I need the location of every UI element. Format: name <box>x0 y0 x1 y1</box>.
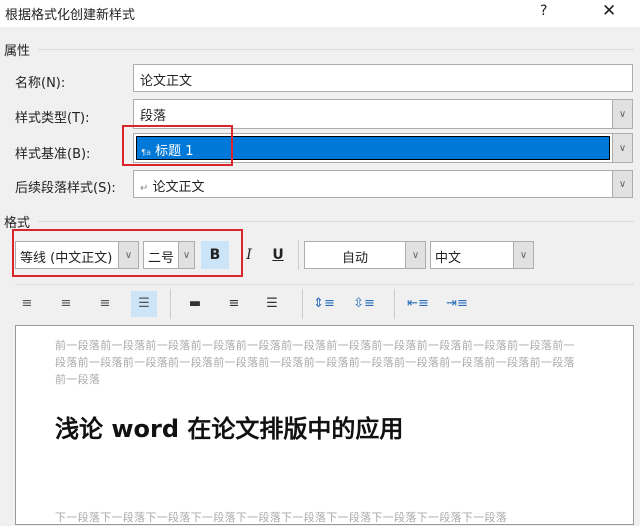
chevron-down-icon[interactable]: ∨ <box>405 242 425 268</box>
decrease-indent-icon[interactable]: ⇤≡ <box>406 291 430 317</box>
next-style-label: 后续段落样式(S): <box>15 181 116 196</box>
name-label: 名称(N): <box>15 76 66 91</box>
chevron-down-icon[interactable]: ∨ <box>612 100 632 128</box>
next-style-select[interactable]: ↵ 论文正文 ∨ <box>133 170 633 198</box>
font-color-select[interactable]: 自动 ∨ <box>304 241 426 269</box>
script-select[interactable]: 中文 ∨ <box>430 241 534 269</box>
align-right-icon[interactable]: ≡ <box>93 291 117 317</box>
highlight-box-base <box>122 125 233 166</box>
preview-pane: 前一段落前一段落前一段落前一段落前一段落前一段落前一段落前一段落前一段落前一段落… <box>15 325 634 525</box>
properties-heading: 属性 <box>4 44 31 59</box>
increase-paragraph-spacing-icon[interactable]: ⇕≡ <box>312 291 336 317</box>
justify-icon[interactable]: ☰ <box>131 291 157 317</box>
return-icon: ↵ <box>140 183 149 194</box>
divider <box>38 49 634 50</box>
chevron-down-icon[interactable]: ∨ <box>513 242 533 268</box>
single-spacing-icon[interactable]: ▬ <box>183 291 207 317</box>
align-center-icon[interactable]: ≡ <box>54 291 78 317</box>
dialog-title: 根据格式化创建新样式 <box>5 8 136 23</box>
double-spacing-icon[interactable]: ☰ <box>260 291 284 317</box>
close-button[interactable]: ✕ <box>602 1 616 21</box>
one-half-spacing-icon[interactable]: ≡ <box>222 291 246 317</box>
name-input[interactable]: 论文正文 <box>133 64 633 92</box>
next-style-value: 论文正文 <box>152 180 205 195</box>
type-label: 样式类型(T): <box>15 111 90 126</box>
separator <box>170 289 171 319</box>
script-value: 中文 <box>435 251 462 266</box>
decrease-paragraph-spacing-icon[interactable]: ⇳≡ <box>352 291 376 317</box>
font-color-value: 自动 <box>341 251 368 266</box>
chevron-down-icon[interactable]: ∨ <box>612 171 632 197</box>
divider <box>15 284 634 285</box>
separator <box>298 240 299 270</box>
underline-button[interactable]: U <box>266 241 290 269</box>
style-type-value: 段落 <box>140 109 167 124</box>
chevron-down-icon[interactable]: ∨ <box>612 134 632 162</box>
previous-paragraph-text: 前一段落前一段落前一段落前一段落前一段落前一段落前一段落前一段落前一段落前一段落… <box>55 339 575 386</box>
highlight-box-font <box>12 229 243 277</box>
help-button[interactable]: ? <box>540 3 547 19</box>
separator <box>302 289 303 319</box>
increase-indent-icon[interactable]: ⇥≡ <box>445 291 469 317</box>
separator <box>394 289 395 319</box>
next-paragraph-text: 下一段落下一段落下一段落下一段落下一段落下一段落下一段落下一段落下一段落下一段落 <box>55 511 507 524</box>
base-label: 样式基准(B): <box>15 147 91 162</box>
preview-heading: 浅论 word 在论文排版中的应用 <box>55 415 404 443</box>
align-left-icon[interactable]: ≡ <box>15 291 39 317</box>
divider <box>38 221 634 222</box>
